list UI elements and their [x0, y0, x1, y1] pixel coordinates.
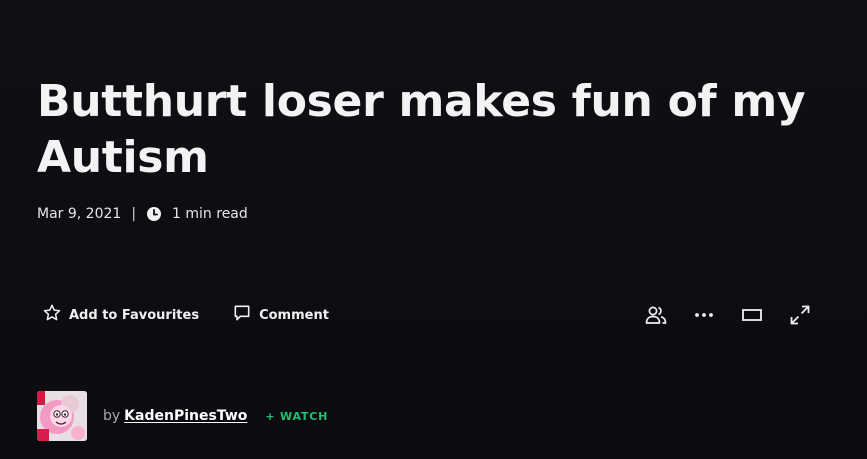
avatar[interactable]: [37, 391, 87, 441]
page-title: Butthurt loser makes fun of my Autism: [37, 76, 806, 183]
deviation-page: Butthurt loser makes fun of my Autism Ma…: [0, 0, 867, 459]
comment-button[interactable]: Comment: [232, 303, 329, 327]
comment-label: Comment: [259, 307, 329, 323]
add-to-favourites-button[interactable]: Add to Favourites: [42, 303, 199, 327]
watch-button[interactable]: + WATCH: [265, 410, 328, 423]
post-date: Mar 9, 2021: [37, 206, 122, 222]
action-bar: Add to Favourites Comment: [42, 303, 329, 327]
read-time: 1 min read: [172, 206, 248, 222]
author-username-link[interactable]: KadenPinesTwo: [124, 408, 247, 424]
comment-icon: [232, 303, 259, 327]
more-icon[interactable]: [692, 303, 716, 327]
author-block: by KadenPinesTwo + WATCH: [37, 391, 328, 441]
view-tools: [644, 303, 812, 327]
star-icon: [42, 303, 69, 327]
meta-separator: |: [131, 206, 137, 222]
expand-icon[interactable]: [788, 303, 812, 327]
by-line: by KadenPinesTwo: [103, 408, 247, 424]
people-icon[interactable]: [644, 303, 668, 327]
clock-icon: [146, 206, 162, 222]
favourite-label: Add to Favourites: [69, 307, 200, 323]
post-meta: Mar 9, 2021 | 1 min read: [37, 204, 248, 224]
theater-mode-icon[interactable]: [740, 303, 764, 327]
by-label: by: [103, 408, 121, 424]
